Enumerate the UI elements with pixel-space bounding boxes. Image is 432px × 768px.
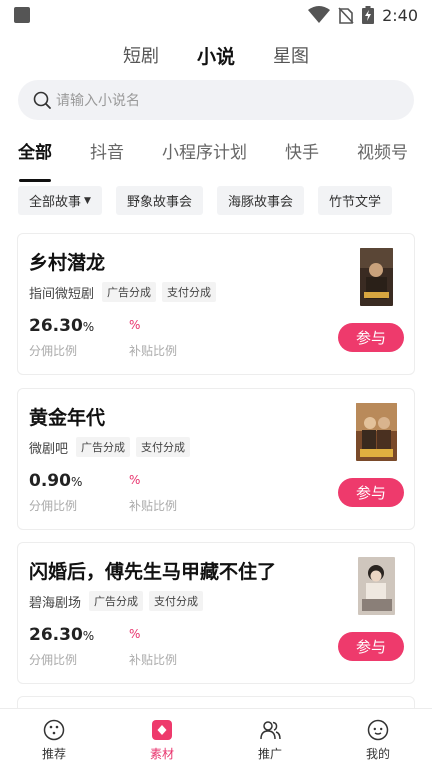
commission-label: 分佣比例 [29,344,78,358]
nav-promote[interactable]: 推广 [216,709,324,768]
tab-all[interactable]: 全部 [18,138,52,182]
status-bar: 2:40 [0,0,432,30]
card-source: 指间微短剧 [29,286,95,302]
commission-value: 26.30 [29,316,83,336]
novel-card[interactable]: 黄金年代 微剧吧 广告分成 支付分成 0.90% 分佣比例 % 补贴比例 参与 [17,388,415,530]
tab-douyin[interactable]: 抖音 [90,138,124,172]
subsidy-label: 补贴比例 [129,344,178,358]
tab-mini-program[interactable]: 小程序计划 [162,138,247,172]
subsidy-value: % [129,318,141,332]
filter-zhujie[interactable]: 竹节文学 [317,186,392,215]
tag-ad-share: 广告分成 [89,591,144,611]
nav-recommend[interactable]: 推荐 [0,709,108,768]
filter-label: 全部故事 [29,195,82,210]
bottom-nav: 推荐 素材 推广 我的 [0,708,432,768]
commission-value: 26.30 [29,625,83,645]
tab-kuaishou[interactable]: 快手 [285,138,319,172]
users-icon [260,721,281,740]
commission-rate: 26.30% [29,316,94,336]
nav-label: 素材 [149,747,174,761]
card-meta: 碧海剧场 广告分成 支付分成 [29,591,204,611]
top-tabs: 短剧 小说 星图 [0,40,432,70]
commission-rate: 26.30% [29,625,94,645]
commission-value: 0.90 [29,471,71,491]
tag-ad-share: 广告分成 [76,437,131,457]
tag-ad-share: 广告分成 [102,282,157,302]
join-button[interactable]: 参与 [338,632,404,661]
wifi-icon [308,6,331,23]
subsidy-value: % [129,627,141,641]
join-button[interactable]: 参与 [338,478,404,507]
commission-unit: % [82,320,95,334]
status-indicators: 2:40 [308,6,418,25]
nav-label: 推广 [257,747,282,761]
novel-card[interactable]: 乡村潜龙 指间微短剧 广告分成 支付分成 26.30% 分佣比例 % 补贴比例 … [17,233,415,375]
commission-label: 分佣比例 [29,653,78,667]
material-icon [152,720,172,740]
platform-tabs: 全部 抖音 小程序计划 快手 视频号 [18,138,432,182]
commission-rate: 0.90% [29,471,82,491]
tab-channels[interactable]: 视频号 [357,138,408,172]
card-title: 闪婚后，傅先生马甲藏不住了 [29,561,277,583]
search-icon [33,91,51,109]
tag-pay-share: 支付分成 [149,591,204,611]
tab-short-drama[interactable]: 短剧 [123,42,159,68]
card-meta: 微剧吧 广告分成 支付分成 [29,437,191,457]
tag-pay-share: 支付分成 [136,437,191,457]
filter-all-stories[interactable]: 全部故事 ▼ [18,186,102,215]
card-title: 黄金年代 [29,407,106,429]
subsidy-label: 补贴比例 [129,499,178,513]
nav-label: 推荐 [41,747,66,761]
filter-haitun[interactable]: 海豚故事会 [216,186,304,215]
card-title: 乡村潜龙 [29,252,106,274]
subsidy-label: 补贴比例 [129,653,178,667]
no-sim-icon [338,7,354,24]
cover-image [358,557,395,615]
face-icon [367,719,389,741]
filter-chips: 全部故事 ▼ 野象故事会 海豚故事会 竹节文学 [18,186,392,216]
battery-icon [362,6,375,24]
nav-mine[interactable]: 我的 [324,709,432,768]
card-source: 微剧吧 [29,441,69,457]
nav-label: 我的 [365,747,390,761]
dice-icon [43,719,65,741]
tab-xingtu[interactable]: 星图 [273,42,309,68]
tab-novel[interactable]: 小说 [197,42,235,69]
card-meta: 指间微短剧 广告分成 支付分成 [29,282,217,302]
notification-icon [14,7,30,23]
search-input[interactable]: 请输入小说名 [18,80,414,120]
cover-image [356,403,397,461]
nav-material[interactable]: 素材 [108,709,216,768]
search-placeholder: 请输入小说名 [56,93,140,109]
cover-image [360,248,393,306]
novel-card[interactable]: 闪婚后，傅先生马甲藏不住了 碧海剧场 广告分成 支付分成 26.30% 分佣比例… [17,542,415,684]
commission-label: 分佣比例 [29,499,78,513]
commission-unit: % [82,629,95,643]
card-source: 碧海剧场 [29,595,82,611]
subsidy-value: % [129,473,141,487]
commission-unit: % [70,475,83,489]
tag-pay-share: 支付分成 [162,282,217,302]
join-button[interactable]: 参与 [338,323,404,352]
filter-yexiang[interactable]: 野象故事会 [115,186,203,215]
caret-down-icon: ▼ [84,195,91,206]
status-time: 2:40 [382,5,418,25]
